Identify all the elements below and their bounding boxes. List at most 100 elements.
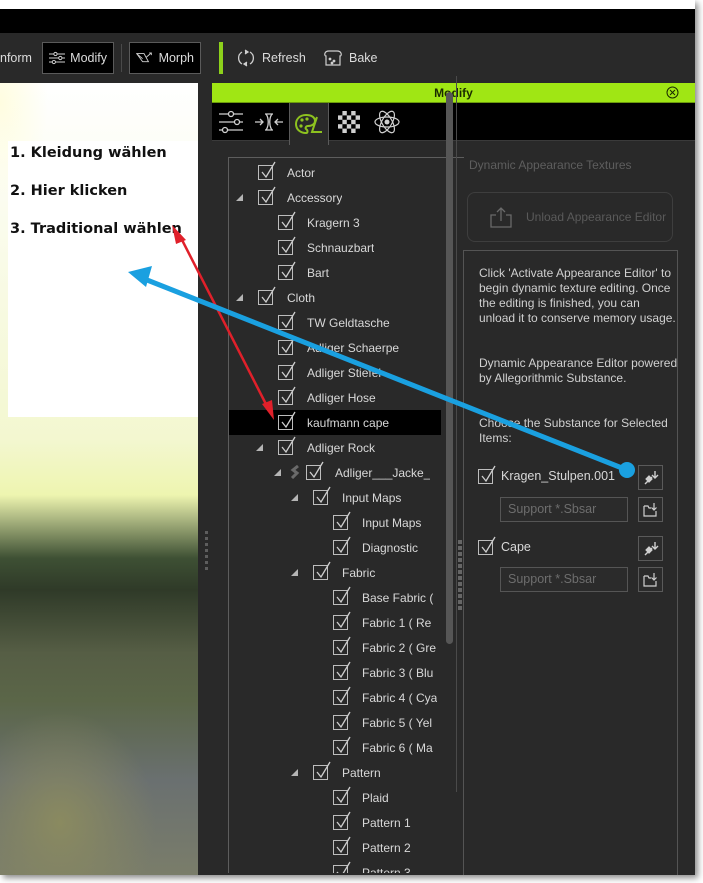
load-sbsar-button-kragen[interactable] <box>638 497 663 522</box>
checkmark-icon <box>336 511 351 529</box>
checkmark-icon <box>281 236 296 254</box>
morph-button[interactable]: Morph <box>129 42 201 74</box>
tree-item[interactable]: Adliger Rock <box>229 435 441 460</box>
tree-item[interactable]: Adliger Hose <box>229 385 441 410</box>
apply-substance-button-kragen[interactable] <box>638 465 663 490</box>
tree-item-checkbox[interactable] <box>278 311 296 330</box>
tab-physics[interactable] <box>368 103 406 141</box>
tree-item-label: Fabric <box>342 566 376 580</box>
tree-item[interactable]: Fabric 3 ( Blu <box>229 660 441 685</box>
transform-button[interactable]: nform <box>0 42 32 74</box>
checkmark-icon <box>336 811 351 829</box>
tree-scrollbar-thumb[interactable] <box>446 92 453 644</box>
tree-item[interactable]: Pattern 2 <box>229 835 441 860</box>
sbsar-input-kragen[interactable]: Support *.Sbsar <box>500 497 628 522</box>
tree-item-label: Adliger Hose <box>307 391 376 405</box>
tree-item-checkbox[interactable] <box>333 861 351 873</box>
tree-item-checkbox[interactable] <box>313 561 331 580</box>
panel-splitter[interactable] <box>198 83 212 875</box>
tree-item-checkbox[interactable] <box>333 661 351 680</box>
tree-item[interactable]: kaufmann cape <box>229 410 441 435</box>
tab-scale[interactable] <box>250 103 288 141</box>
substance-checkbox-kragen[interactable] <box>478 465 496 484</box>
tree-item-checkbox[interactable] <box>258 186 276 205</box>
upload-icon <box>490 207 512 228</box>
tree-item[interactable]: Fabric <box>229 560 441 585</box>
tree-item[interactable]: TW Geldtasche <box>229 310 441 335</box>
modify-button[interactable]: Modify <box>42 42 114 74</box>
tree-item[interactable]: Bart <box>229 260 441 285</box>
close-icon[interactable] <box>666 86 679 99</box>
tree-item-checkbox[interactable] <box>278 436 296 455</box>
tree-item-checkbox[interactable] <box>333 536 351 555</box>
expand-toggle-icon[interactable] <box>291 769 299 777</box>
tree-splitter-grip[interactable] <box>458 540 462 610</box>
apply-substance-button-cape[interactable] <box>638 536 663 561</box>
tree-item[interactable]: Adliger___Jacke_ <box>229 460 441 485</box>
bake-button[interactable]: Bake <box>323 42 378 74</box>
tree-item-checkbox[interactable] <box>278 211 296 230</box>
tree-item-checkbox[interactable] <box>333 736 351 755</box>
tab-appearance[interactable] <box>289 103 329 145</box>
tree-item[interactable]: Fabric 5 ( Yel <box>229 710 441 735</box>
tree-item[interactable]: Fabric 4 ( Cya <box>229 685 441 710</box>
tree-item[interactable]: Input Maps <box>229 485 441 510</box>
annotation-box: 1. Kleidung wählen 2. Hier klicken 3. Tr… <box>8 141 198 417</box>
checkmark-icon <box>261 286 276 304</box>
tree-item-checkbox[interactable] <box>258 286 276 305</box>
tree-item[interactable]: Accessory <box>229 185 441 210</box>
load-sbsar-button-cape[interactable] <box>638 567 663 592</box>
expand-toggle-icon[interactable] <box>274 469 282 477</box>
tree-item-checkbox[interactable] <box>333 811 351 830</box>
tree-item-checkbox[interactable] <box>333 611 351 630</box>
tree-item-checkbox[interactable] <box>258 161 276 180</box>
expand-toggle-icon[interactable] <box>291 569 299 577</box>
splitter-grip <box>205 567 208 570</box>
expand-toggle-icon[interactable] <box>236 294 244 302</box>
tree-item-checkbox[interactable] <box>278 336 296 355</box>
tree-item-checkbox[interactable] <box>333 686 351 705</box>
tree-item[interactable]: Pattern 3 <box>229 860 441 873</box>
tree-item[interactable]: Pattern <box>229 760 441 785</box>
tree-item-checkbox[interactable] <box>278 361 296 380</box>
magic-apply-icon <box>644 470 658 484</box>
expand-toggle-icon[interactable] <box>256 444 264 452</box>
tree-item-checkbox[interactable] <box>333 711 351 730</box>
tree-item[interactable]: Diagnostic <box>229 535 441 560</box>
tree-item[interactable]: Input Maps <box>229 510 441 535</box>
tree-item[interactable]: Cloth <box>229 285 441 310</box>
tree-item-checkbox[interactable] <box>306 461 324 480</box>
expand-toggle-icon[interactable] <box>236 194 244 202</box>
substance-checkbox-cape[interactable] <box>478 536 496 555</box>
tree-item-checkbox[interactable] <box>333 786 351 805</box>
tab-sliders[interactable] <box>212 103 250 141</box>
unload-appearance-editor-button[interactable]: Unload Appearance Editor <box>467 192 673 242</box>
tree-item[interactable]: Pattern 1 <box>229 810 441 835</box>
tree-item-checkbox[interactable] <box>333 511 351 530</box>
tree-item[interactable]: Adliger Stiefel <box>229 360 441 385</box>
tree-item[interactable]: Actor <box>229 160 441 185</box>
bread-icon <box>324 50 342 66</box>
tree-item-checkbox[interactable] <box>333 636 351 655</box>
tree-scrollbar[interactable] <box>446 92 453 644</box>
tree-item[interactable]: Kragern 3 <box>229 210 441 235</box>
tree-item-checkbox[interactable] <box>313 486 331 505</box>
tree-item-checkbox[interactable] <box>278 261 296 280</box>
tree-item-checkbox[interactable] <box>278 386 296 405</box>
tree-item[interactable]: Fabric 2 ( Gre <box>229 635 441 660</box>
tree-item-checkbox[interactable] <box>278 411 296 430</box>
tree-item-checkbox[interactable] <box>278 236 296 255</box>
tree-item[interactable]: Fabric 1 ( Re <box>229 610 441 635</box>
tree-item[interactable]: Fabric 6 ( Ma <box>229 735 441 760</box>
tree-item[interactable]: Adliger Schaerpe <box>229 335 441 360</box>
tree-item[interactable]: Plaid <box>229 785 441 810</box>
tree-item[interactable]: Schnauzbart <box>229 235 441 260</box>
refresh-button[interactable]: Refresh <box>236 42 306 74</box>
tree-item-checkbox[interactable] <box>313 761 331 780</box>
tree-item[interactable]: Base Fabric ( <box>229 585 441 610</box>
sbsar-input-cape[interactable]: Support *.Sbsar <box>500 567 628 592</box>
expand-toggle-icon[interactable] <box>291 494 299 502</box>
tree-item-checkbox[interactable] <box>333 586 351 605</box>
tab-texture[interactable] <box>330 103 368 141</box>
tree-item-checkbox[interactable] <box>333 836 351 855</box>
